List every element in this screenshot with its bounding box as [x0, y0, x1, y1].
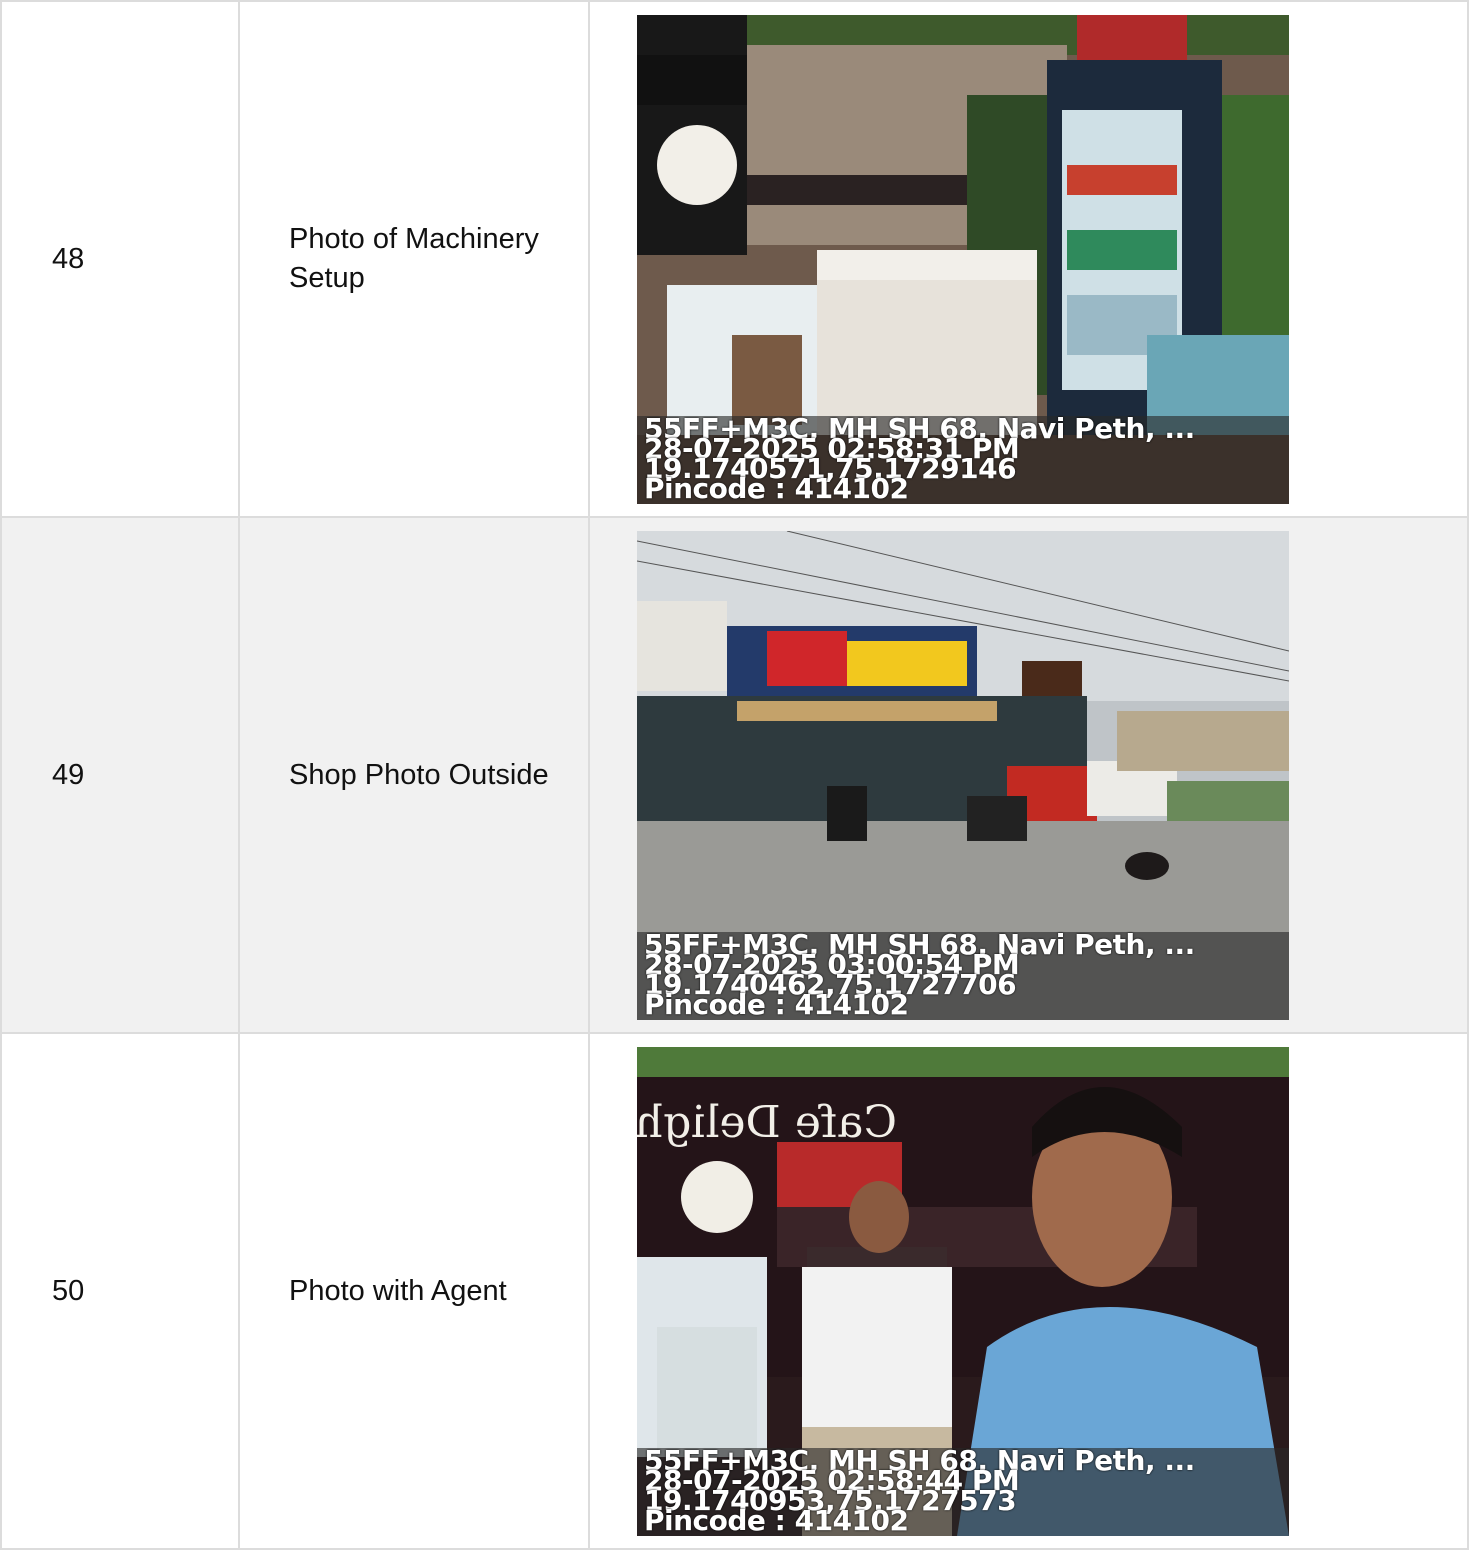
photo-title: Photo with Agent: [238, 1032, 590, 1550]
photo-title: Photo of Machinery Setup: [238, 0, 590, 518]
row-number: 49: [0, 516, 240, 1034]
table-row: 48 Photo of Machinery Setup 55FF+M3C, MH…: [0, 0, 1469, 518]
photo-title: Shop Photo Outside: [238, 516, 590, 1034]
row-number: 50: [0, 1032, 240, 1550]
geotag-stamp: 55FF+M3C, MH SH 68, Navi Peth, ... 28-07…: [637, 930, 1289, 1020]
machinery-photo[interactable]: 55FF+M3C, MH SH 68, Navi Peth, ... 28-07…: [637, 14, 1289, 504]
photo-cell: Cafe Delight 55FF+M3C, MH SH 68, Navi Pe…: [588, 1032, 1469, 1550]
shop-exterior-photo[interactable]: 55FF+M3C, MH SH 68, Navi Peth, ... 28-07…: [637, 530, 1289, 1020]
photo-report-table: 48 Photo of Machinery Setup 55FF+M3C, MH…: [0, 0, 1469, 1550]
table-row: 49 Shop Photo Outside 55FF+M3C, MH SH 68…: [0, 516, 1469, 1034]
photo-cell: 55FF+M3C, MH SH 68, Navi Peth, ... 28-07…: [588, 516, 1469, 1034]
photo-cell: 55FF+M3C, MH SH 68, Navi Peth, ... 28-07…: [588, 0, 1469, 518]
geotag-stamp: 55FF+M3C, MH SH 68, Navi Peth, ... 28-07…: [637, 1446, 1289, 1536]
row-number: 48: [0, 0, 240, 518]
geotag-stamp: 55FF+M3C, MH SH 68, Navi Peth, ... 28-07…: [637, 414, 1289, 504]
table-row: 50 Photo with Agent Cafe Delight 55FF+M3…: [0, 1032, 1469, 1550]
agent-selfie-photo[interactable]: Cafe Delight 55FF+M3C, MH SH 68, Navi Pe…: [637, 1046, 1289, 1536]
sign-text: Cafe Delight: [637, 1097, 897, 1148]
